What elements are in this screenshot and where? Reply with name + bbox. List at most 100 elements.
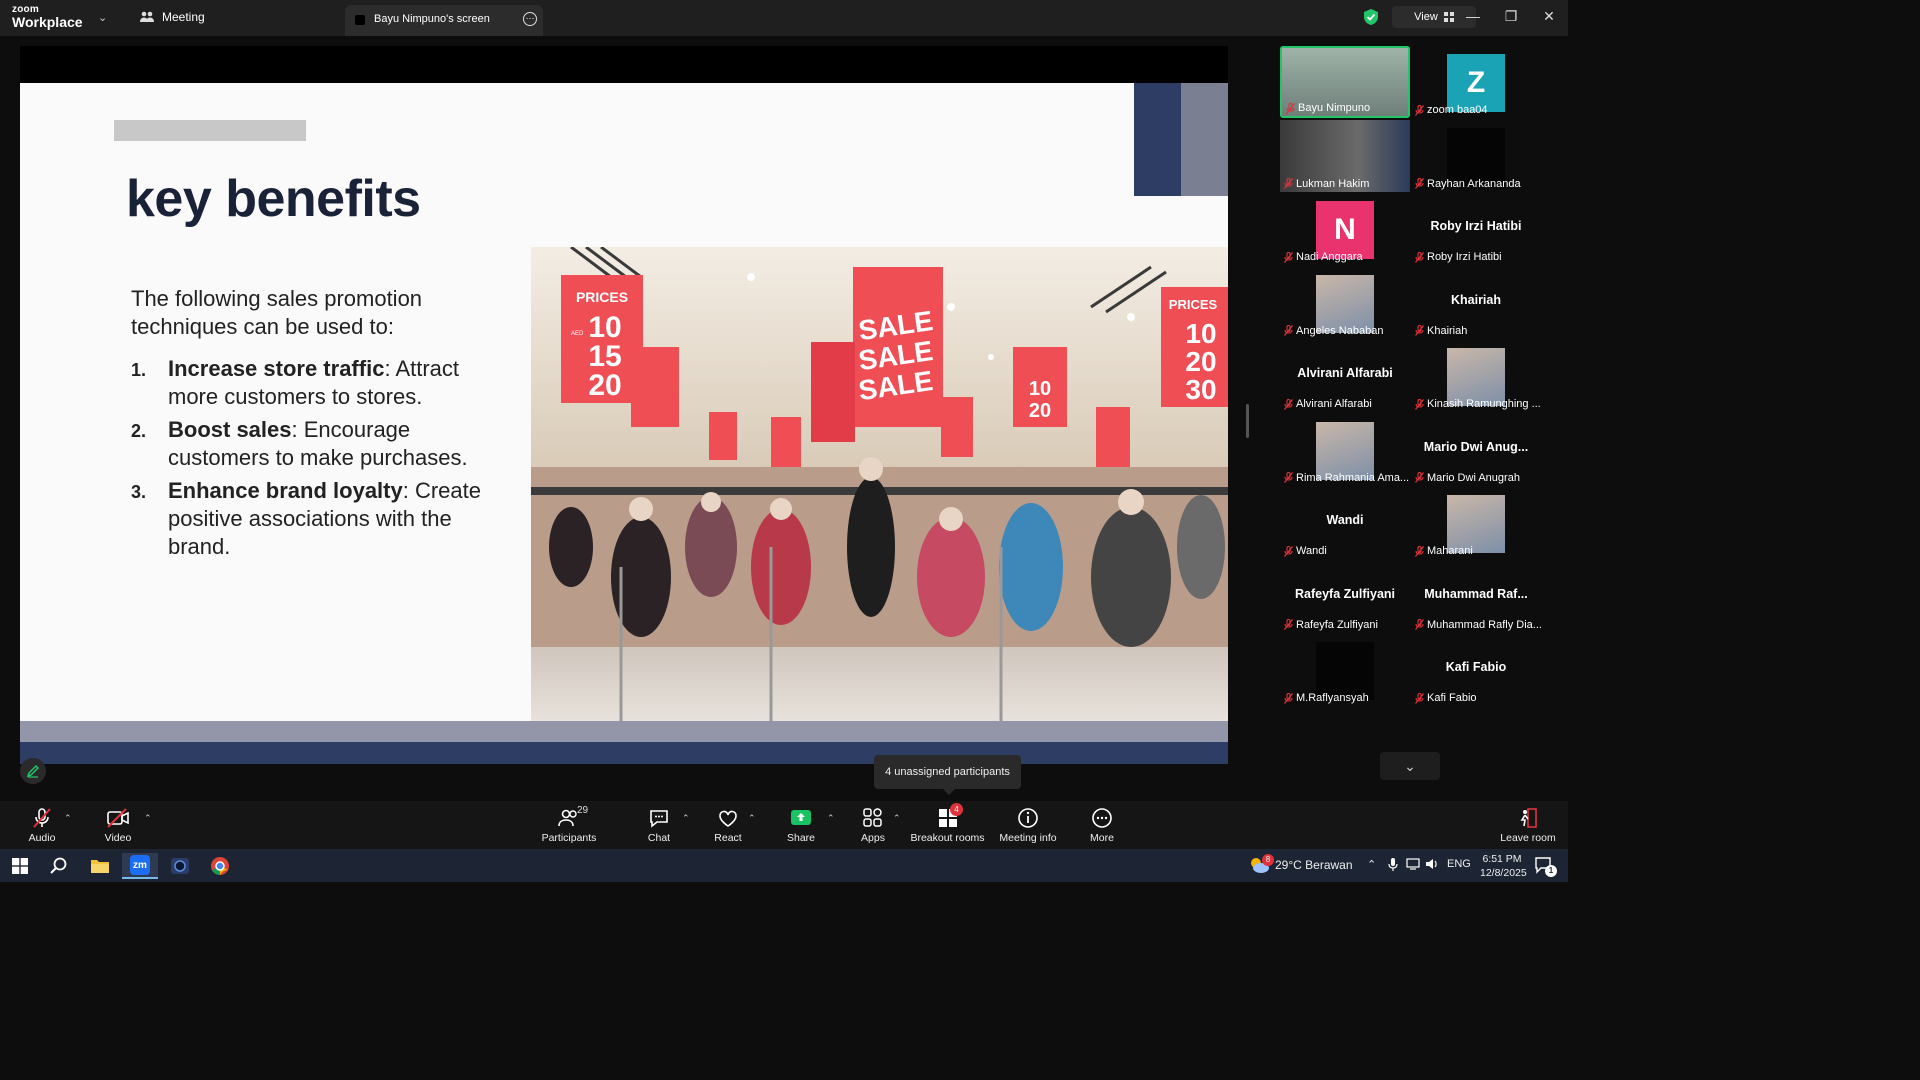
participant-tile[interactable]: Kafi Fabio Kafi Fabio [1411,634,1541,706]
participant-name: Kinasih Ramunghing ... [1415,398,1541,410]
benefit-item: 1. Increase store traffic: Attract more c… [131,356,460,409]
breakout-label: Breakout rooms [910,832,985,844]
participant-tile[interactable]: Angeles Nababan [1280,267,1410,339]
volume-icon[interactable] [1425,858,1439,873]
svg-text:PRICES: PRICES [1169,297,1218,312]
participant-tile[interactable]: Wandi Wandi [1280,487,1410,559]
participants-button[interactable]: 29 Participants [533,805,605,844]
participant-tile[interactable]: Khairiah Khairiah [1411,267,1541,339]
participant-display-name: Muhammad Raf... [1424,586,1528,601]
shared-screen[interactable]: key benefits The following sales promoti… [20,46,1228,764]
chevron-down-icon[interactable]: ⌄ [98,11,107,24]
more-options-icon[interactable]: ··· [523,12,537,26]
language-indicator[interactable]: ENG [1447,858,1471,870]
slide-title: key benefits [126,170,421,228]
audio-options-caret[interactable]: ⌃ [64,813,72,824]
participant-name: M.Raflyansyah [1284,692,1369,704]
zoom-workplace-logo[interactable]: zoom Workplace [12,5,83,30]
meeting-tab[interactable]: Meeting [140,10,205,24]
breakout-rooms-button[interactable]: 4 Breakout rooms [910,803,985,844]
slide-footer-gray [20,721,1228,742]
chevron-up-icon[interactable]: ⌃ [1367,858,1376,871]
participant-tile[interactable]: Rafeyfa Zulfiyani Rafeyfa Zulfiyani [1280,561,1410,633]
weather-badge: 8 [1262,854,1274,866]
network-icon[interactable] [1406,858,1420,873]
microphone-icon[interactable] [1388,858,1398,875]
meeting-info-label: Meeting info [999,832,1057,844]
svg-text:20: 20 [588,369,621,402]
camera-app-icon[interactable] [162,853,198,879]
chrome-icon[interactable] [202,853,238,879]
mic-muted-icon [1415,104,1425,116]
participant-name: Lukman Hakim [1284,178,1369,190]
audio-label: Audio [28,832,56,844]
participant-tile[interactable]: Kinasih Ramunghing ... [1411,340,1541,412]
chat-options-caret[interactable]: ⌃ [682,813,690,824]
file-explorer-icon[interactable] [82,853,118,879]
benefit-list: 1. Increase store traffic: Attract more c… [131,355,491,566]
participant-name: Maharani [1415,545,1473,557]
search-icon[interactable] [41,853,77,879]
meeting-info-button[interactable]: Meeting info [992,807,1064,844]
participant-name: Mario Dwi Anugrah [1415,472,1520,484]
info-icon [1018,808,1038,828]
chat-label: Chat [647,832,671,844]
participant-name: Nadi Anggara [1284,251,1363,263]
participant-tile[interactable]: Maharani [1411,487,1541,559]
benefit-item: 2. Boost sales: Encourage customers to ma… [131,417,468,470]
gallery-scroll-down-button[interactable]: ⌄ [1380,752,1440,780]
more-label: More [1090,832,1114,844]
weather-text: 29°C Berawan [1275,858,1353,872]
windows-start-icon[interactable] [2,853,38,879]
annotate-pen-icon[interactable] [20,758,46,784]
share-options-caret[interactable]: ⌃ [827,813,835,824]
participant-tile[interactable]: Bayu Nimpuno [1280,46,1410,118]
screen-share-icon [355,15,365,25]
svg-text:PRICES: PRICES [576,289,628,305]
restore-icon[interactable]: ❐ [1499,8,1523,25]
more-button[interactable]: More [1066,807,1138,844]
apps-icon [863,808,882,827]
windows-taskbar: zm 8 29°C Berawan ⌃ ENG 6:51 PM 12/8/202… [0,849,1568,882]
participant-tile[interactable]: Alvirani Alfarabi Alvirani Alfarabi [1280,340,1410,412]
slide-footer-navy [20,742,1228,764]
more-icon [1092,808,1112,828]
mic-muted-icon [1284,692,1294,704]
meeting-icon [140,11,154,22]
participant-tile[interactable]: Mario Dwi Anug... Mario Dwi Anugrah [1411,414,1541,486]
svg-text:10: 10 [1029,378,1051,400]
svg-text:10: 10 [1185,318,1216,349]
participant-tile[interactable]: Lukman Hakim [1280,119,1410,192]
minimize-icon[interactable]: — [1461,8,1485,24]
participant-display-name: Rafeyfa Zulfiyani [1294,586,1396,601]
participant-tile[interactable]: Rima Rahmania Ama... [1280,414,1410,486]
participant-name: Angeles Nababan [1284,325,1383,337]
participant-tile[interactable]: Muhammad Raf... Muhammad Rafly Dia... [1411,561,1542,633]
video-off-icon [107,808,129,828]
meeting-toolbar: Audio ⌃ Video ⌃ 29 Participants Chat ⌃ R… [0,801,1568,849]
clock[interactable]: 6:51 PM 12/8/2025 [1480,852,1527,880]
react-options-caret[interactable]: ⌃ [748,813,756,824]
heart-icon [719,810,737,827]
close-icon[interactable]: ✕ [1537,8,1561,25]
breakout-badge: 4 [950,803,963,816]
svg-text:30: 30 [1185,374,1216,405]
leave-room-button[interactable]: Leave room [1492,807,1564,844]
participant-tile[interactable]: Roby Irzi Hatibi Roby Irzi Hatibi [1411,193,1541,265]
clock-date: 12/8/2025 [1480,867,1527,879]
apps-options-caret[interactable]: ⌃ [893,813,901,824]
participant-tile[interactable]: N Nadi Anggara [1280,193,1410,265]
encryption-shield-icon[interactable] [1360,6,1382,28]
participant-tile[interactable]: M.Raflyansyah [1280,634,1410,706]
screen-share-tab[interactable]: Bayu Nimpuno's screen ··· [345,5,543,36]
participant-tile[interactable]: Rayhan Arkananda [1411,120,1541,192]
apps-label: Apps [861,832,885,844]
clock-time: 6:51 PM [1482,853,1522,865]
mic-muted-icon [1415,177,1425,189]
slide-gray-bar [114,120,306,141]
participant-tile[interactable]: Zzoom baa04 [1411,46,1541,118]
react-label: React [714,832,742,844]
price-sign: PRICES AED 10 15 20 [561,275,643,403]
zoom-taskbar-icon[interactable]: zm [122,853,158,879]
video-options-caret[interactable]: ⌃ [144,813,152,824]
